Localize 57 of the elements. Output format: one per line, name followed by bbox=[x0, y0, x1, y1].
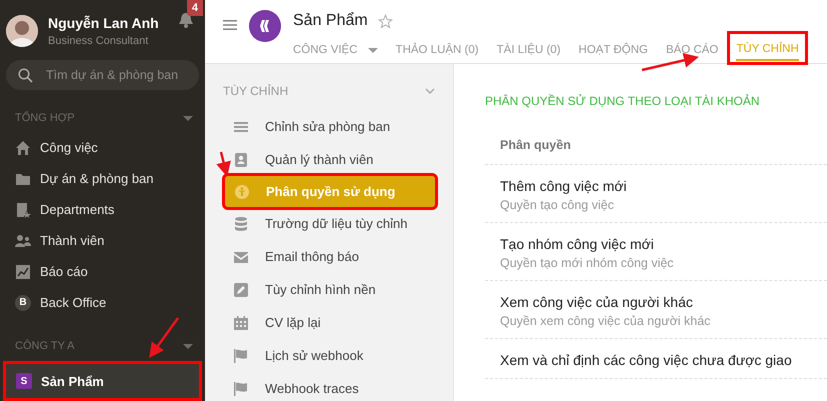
settings-menu-item[interactable]: Webhook traces bbox=[205, 372, 453, 401]
star-icon[interactable] bbox=[378, 14, 393, 28]
avatar[interactable] bbox=[6, 15, 38, 47]
arrow-icon bbox=[149, 317, 180, 358]
arrow-icon bbox=[216, 152, 231, 177]
permission-name: Thêm công việc mới bbox=[500, 178, 628, 194]
sidebar-item[interactable]: Departments bbox=[0, 194, 205, 225]
section-heading: PHÂN QUYỀN SỬ DỤNG THEO LOẠI TÀI KHOẢN bbox=[485, 94, 761, 108]
calendar-icon bbox=[233, 314, 249, 330]
sidebar-item[interactable]: Dự án & phòng ban bbox=[0, 163, 205, 194]
section-title: CÔNG TY A bbox=[15, 340, 75, 352]
permission-name: Xem công việc của người khác bbox=[500, 294, 694, 310]
letter-icon: S bbox=[16, 373, 32, 389]
flag-icon bbox=[233, 348, 249, 364]
bell-icon[interactable] bbox=[179, 12, 193, 28]
project-logo-icon bbox=[249, 10, 281, 42]
notification-badge: 4 bbox=[186, 0, 203, 16]
menu-icon[interactable] bbox=[223, 19, 237, 31]
collapse-caret-icon[interactable] bbox=[183, 116, 193, 120]
user-name: Nguyễn Lan Anh bbox=[48, 15, 159, 31]
letter-icon: B bbox=[15, 294, 31, 310]
settings-menu-item[interactable]: Chỉnh sửa phòng ban bbox=[205, 110, 453, 143]
people-icon bbox=[15, 232, 31, 248]
document-star-icon bbox=[15, 202, 31, 218]
search-field[interactable]: Tìm dự án & phòng ban bbox=[6, 60, 199, 90]
person-circle-icon bbox=[234, 184, 250, 200]
permission-description: Quyền xem công việc của người khác bbox=[500, 314, 712, 328]
chart-icon bbox=[15, 264, 31, 280]
user-role: Business Consultant bbox=[48, 35, 150, 47]
sidebar-item[interactable]: B Back Office bbox=[0, 287, 205, 318]
home-icon bbox=[15, 140, 31, 156]
column-header: Phân quyền bbox=[485, 108, 827, 165]
sidebar-item[interactable]: Báo cáo bbox=[0, 256, 205, 287]
settings-menu-item[interactable]: Trường dữ liệu tùy chỉnh bbox=[205, 207, 453, 240]
pencil-icon bbox=[233, 282, 249, 298]
database-icon bbox=[233, 216, 249, 232]
menu-title: TÙY CHỈNH bbox=[223, 84, 288, 98]
settings-menu-item[interactable]: Lịch sử webhook bbox=[205, 339, 453, 372]
chevron-icon bbox=[425, 88, 435, 94]
collapse-caret-icon[interactable] bbox=[183, 344, 193, 348]
project-title: Sản Phẩm bbox=[293, 12, 368, 30]
flag-icon bbox=[233, 380, 249, 396]
search-icon bbox=[18, 68, 33, 83]
dropdown-caret-icon[interactable] bbox=[368, 48, 378, 52]
settings-menu-item[interactable]: Tùy chỉnh hình nền bbox=[205, 273, 453, 306]
sidebar-item[interactable]: Thành viên bbox=[0, 225, 205, 256]
permission-description: Quyền tạo công việc bbox=[500, 198, 615, 212]
contact-card-icon bbox=[233, 152, 249, 168]
settings-menu-item[interactable]: CV lặp lại bbox=[205, 306, 453, 339]
settings-menu-item[interactable]: Email thông báo bbox=[205, 240, 453, 273]
sidebar-item[interactable]: Công việc bbox=[0, 132, 205, 163]
sidebar-item[interactable]: S Sản Phẩm bbox=[6, 364, 199, 398]
permission-name: Xem và chỉ định các công việc chưa được giao bbox=[500, 352, 793, 368]
section-title: TỔNG HỢP bbox=[15, 112, 75, 124]
permission-description: Quyền tạo mới nhóm công việc bbox=[500, 256, 675, 270]
permission-name: Tạo nhóm công việc mới bbox=[500, 236, 655, 252]
settings-menu-item[interactable]: Quản lý thành viên bbox=[205, 143, 453, 176]
